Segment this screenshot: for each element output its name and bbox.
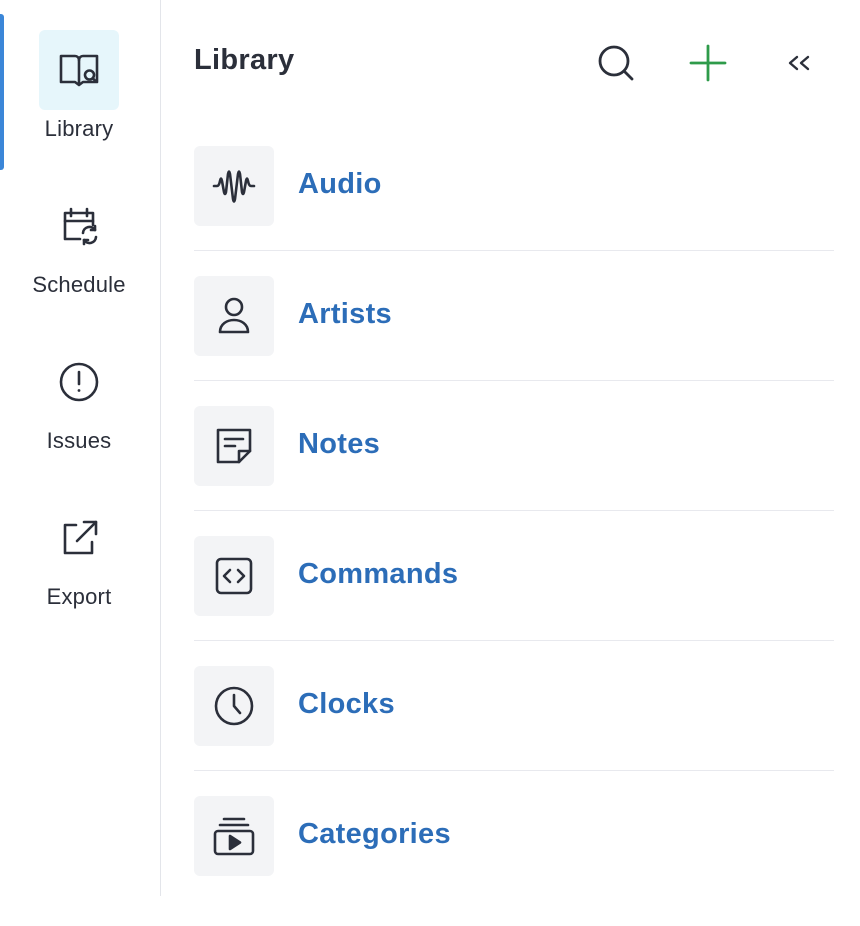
- library-list: Audio Artists Notes Commands Clocks Cate…: [194, 146, 834, 926]
- nav-item-library[interactable]: Library: [0, 30, 158, 142]
- list-item-label: Commands: [298, 558, 459, 590]
- code-icon: [194, 536, 274, 616]
- list-item-label: Clocks: [298, 688, 395, 720]
- list-item-categories[interactable]: Categories: [194, 796, 834, 926]
- search-icon: [595, 42, 637, 89]
- divider: [194, 510, 834, 511]
- nav-label-library: Library: [44, 116, 114, 141]
- nav-item-export[interactable]: Export: [0, 498, 158, 610]
- list-item-notes[interactable]: Notes: [194, 406, 834, 536]
- library-panel: Library Audio Artists Notes Commands Clo…: [162, 0, 860, 896]
- divider: [194, 380, 834, 381]
- stack-play-icon: [194, 796, 274, 876]
- list-item-artists[interactable]: Artists: [194, 276, 834, 406]
- waveform-icon: [194, 146, 274, 226]
- add-button[interactable]: [683, 40, 733, 90]
- nav-item-schedule[interactable]: Schedule: [0, 186, 158, 298]
- list-item-label: Artists: [298, 298, 392, 330]
- plus-icon: [687, 42, 729, 89]
- external-link-icon: [39, 498, 119, 578]
- alert-circle-icon: [39, 342, 119, 422]
- list-item-commands[interactable]: Commands: [194, 536, 834, 666]
- collapse-panel-button[interactable]: [774, 40, 824, 90]
- list-item-label: Audio: [298, 168, 382, 200]
- note-icon: [194, 406, 274, 486]
- list-item-label: Categories: [298, 818, 451, 850]
- list-item-clocks[interactable]: Clocks: [194, 666, 834, 796]
- list-item-audio[interactable]: Audio: [194, 146, 834, 276]
- collapse-icon: [784, 48, 814, 83]
- book-search-icon: [39, 30, 119, 110]
- page-title: Library: [194, 44, 295, 76]
- divider: [194, 770, 834, 771]
- search-button[interactable]: [591, 40, 641, 90]
- list-item-label: Notes: [298, 428, 381, 460]
- nav-label-schedule: Schedule: [32, 272, 126, 297]
- divider: [194, 640, 834, 641]
- divider: [194, 250, 834, 251]
- calendar-sync-icon: [39, 186, 119, 266]
- nav-item-issues[interactable]: Issues: [0, 342, 158, 454]
- nav-label-export: Export: [46, 584, 112, 609]
- nav-rail: Library Schedule Issues Export: [0, 0, 161, 896]
- nav-label-issues: Issues: [46, 428, 112, 453]
- person-icon: [194, 276, 274, 356]
- clock-icon: [194, 666, 274, 746]
